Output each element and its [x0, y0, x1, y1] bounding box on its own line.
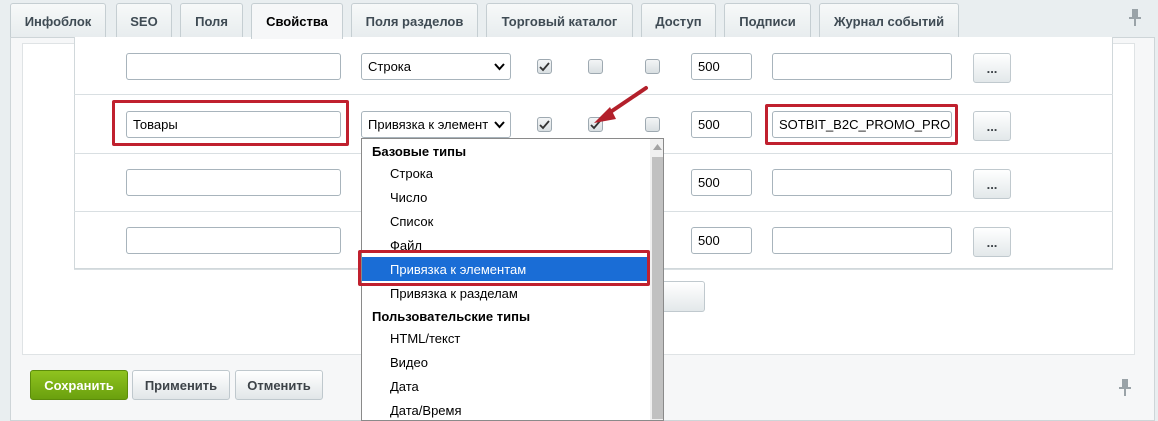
dropdown-option[interactable]: Число — [362, 185, 650, 209]
dropdown-option[interactable]: Строка — [362, 161, 650, 185]
more-button[interactable]: ... — [973, 53, 1011, 83]
add-property-button[interactable] — [660, 281, 705, 312]
tab-bar: Инфоблок SEO Поля Свойства Поля разделов… — [0, 0, 1158, 39]
tab-event-log[interactable]: Журнал событий — [819, 3, 959, 38]
dropdown-scrollbar[interactable] — [650, 139, 663, 420]
tab-seo[interactable]: SEO — [116, 3, 172, 38]
tab-access[interactable]: Доступ — [641, 3, 716, 38]
pin-icon[interactable] — [1118, 378, 1132, 398]
scrollbar-thumb[interactable] — [652, 157, 663, 419]
highlight-code — [765, 104, 958, 145]
more-button[interactable]: ... — [973, 111, 1011, 141]
cancel-button[interactable]: Отменить — [235, 370, 323, 400]
more-button[interactable]: ... — [973, 169, 1011, 199]
tab-infoblock[interactable]: Инфоблок — [10, 3, 106, 38]
highlight-name — [112, 100, 349, 146]
sort-input[interactable]: 500 — [691, 53, 752, 80]
property-name-input[interactable] — [126, 53, 341, 80]
save-button[interactable]: Сохранить — [30, 370, 128, 400]
property-name-input[interactable] — [126, 227, 341, 254]
required-checkbox[interactable] — [645, 59, 660, 74]
highlight-dropdown-option — [358, 250, 650, 286]
select-value: Привязка к элемент — [368, 117, 489, 132]
sort-input[interactable]: 500 — [691, 227, 752, 254]
multiple-checkbox[interactable] — [588, 59, 603, 74]
code-input[interactable] — [772, 169, 952, 196]
dropdown-option[interactable]: Список — [362, 209, 650, 233]
property-type-select[interactable]: Строка — [361, 53, 511, 80]
tab-captions[interactable]: Подписи — [724, 3, 811, 38]
chevron-down-icon — [494, 121, 505, 129]
dropdown-option[interactable]: Дата — [362, 374, 650, 398]
more-button[interactable]: ... — [973, 227, 1011, 257]
dropdown-group-base-types: Базовые типы — [372, 143, 467, 159]
property-name-input[interactable] — [126, 169, 341, 196]
code-input[interactable] — [772, 53, 952, 80]
select-value: Строка — [368, 59, 412, 74]
chevron-down-icon — [494, 63, 505, 71]
tab-section-fields[interactable]: Поля разделов — [351, 3, 478, 38]
scroll-up-icon[interactable] — [653, 144, 662, 150]
sort-input[interactable]: 500 — [691, 169, 752, 196]
property-type-select[interactable]: Привязка к элемент — [361, 111, 511, 138]
annotation-arrow-icon — [594, 86, 648, 123]
tab-fields[interactable]: Поля — [180, 3, 243, 38]
check-icon — [539, 61, 550, 71]
check-icon — [539, 119, 550, 129]
dropdown-group-custom-types: Пользовательские типы — [372, 308, 531, 324]
dropdown-option[interactable]: Видео — [362, 350, 650, 374]
active-checkbox[interactable] — [537, 59, 552, 74]
sort-input[interactable]: 500 — [691, 111, 752, 138]
active-checkbox[interactable] — [537, 117, 552, 132]
pin-icon[interactable] — [1128, 8, 1142, 28]
dropdown-option[interactable]: HTML/текст — [362, 326, 650, 350]
tab-properties[interactable]: Свойства — [251, 3, 343, 39]
tab-trade-catalog[interactable]: Торговый каталог — [486, 3, 633, 38]
dropdown-option[interactable]: Дата/Время — [362, 398, 650, 420]
apply-button[interactable]: Применить — [132, 370, 230, 400]
code-input[interactable] — [772, 227, 952, 254]
